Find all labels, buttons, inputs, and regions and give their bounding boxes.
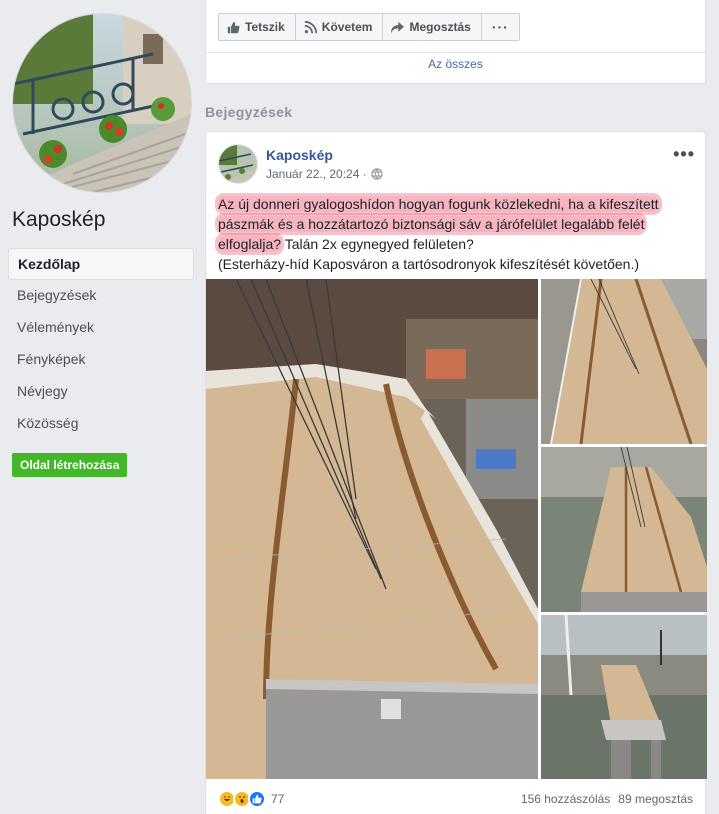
post-stats: 156 hozzászólás 89 megosztás xyxy=(521,792,693,806)
reactions[interactable]: 77 xyxy=(218,790,284,808)
action-bar: Tetszik Követem Megosztás ··· xyxy=(218,13,520,41)
post-author-name[interactable]: Kaposkép xyxy=(266,147,333,163)
nav-item-photos[interactable]: Fényképek xyxy=(8,344,194,376)
post-photo-2[interactable] xyxy=(541,279,707,444)
share-arrow-icon xyxy=(391,21,405,33)
divider xyxy=(206,52,705,53)
post-photo-4[interactable] xyxy=(541,615,707,779)
post-timestamp[interactable]: Január 22., 20:24 · xyxy=(266,167,367,181)
comments-count[interactable]: 156 hozzászólás xyxy=(521,792,610,806)
more-dots-icon: ··· xyxy=(491,19,509,35)
more-options-button[interactable]: ··· xyxy=(480,13,520,41)
globe-icon xyxy=(371,168,383,180)
post-author-avatar[interactable] xyxy=(218,144,258,184)
nav-item-about[interactable]: Névjegy xyxy=(8,376,194,408)
nav-item-reviews[interactable]: Vélemények xyxy=(8,312,194,344)
see-all-link[interactable]: Az összes xyxy=(206,57,705,71)
profile-picture[interactable] xyxy=(13,14,191,192)
share-button[interactable]: Megosztás xyxy=(382,13,482,41)
rss-icon xyxy=(304,20,317,33)
post-photo-3[interactable] xyxy=(541,447,707,612)
page-nav: Kezdőlap Bejegyzések Vélemények Fényképe… xyxy=(8,248,194,440)
post-text-caption: (Esterházy-híd Kaposváron a tartósodrony… xyxy=(218,256,639,272)
like-page-button[interactable]: Tetszik xyxy=(218,13,296,41)
like-page-label: Tetszik xyxy=(245,20,285,34)
highlighted-text-2: pászmák és a hozzátartozó biztonsági sáv… xyxy=(218,216,645,232)
section-title: Bejegyzések xyxy=(205,104,293,120)
post-text: Az új donneri gyalogoshídon hogyan fogun… xyxy=(218,194,688,274)
create-page-button[interactable]: Oldal létrehozása xyxy=(12,453,128,477)
nav-item-posts[interactable]: Bejegyzések xyxy=(8,280,194,312)
nav-item-community[interactable]: Közösség xyxy=(8,408,194,440)
photo-grid xyxy=(206,279,707,779)
post-photo-main[interactable] xyxy=(206,279,538,779)
page-actions-card: Tetszik Követem Megosztás ··· Az összes xyxy=(205,0,706,84)
follow-button[interactable]: Követem xyxy=(294,13,384,41)
post-meta: Január 22., 20:24 · xyxy=(266,167,383,181)
nav-item-home[interactable]: Kezdőlap xyxy=(8,248,194,280)
highlighted-text-3: elfoglalja? xyxy=(218,236,282,252)
post-footer: 77 156 hozzászólás 89 megosztás xyxy=(218,788,693,810)
follow-label: Követem xyxy=(321,20,373,34)
shares-count[interactable]: 89 megosztás xyxy=(618,792,693,806)
post-text-question: Talán 2x egynegyed felületen? xyxy=(281,236,474,252)
thumbs-up-icon xyxy=(227,21,240,33)
like-icon xyxy=(248,790,266,808)
page-name: Kaposkép xyxy=(12,208,106,231)
post-card: Kaposkép Január 22., 20:24 · ••• Az új d… xyxy=(205,131,707,814)
post-options-button[interactable]: ••• xyxy=(673,144,695,165)
left-sidebar: Kaposkép Kezdőlap Bejegyzések Vélemények… xyxy=(0,0,200,814)
share-label: Megosztás xyxy=(409,20,471,34)
reaction-count: 77 xyxy=(271,792,285,806)
highlighted-text-1: Az új donneri gyalogoshídon hogyan fogun… xyxy=(218,196,659,212)
